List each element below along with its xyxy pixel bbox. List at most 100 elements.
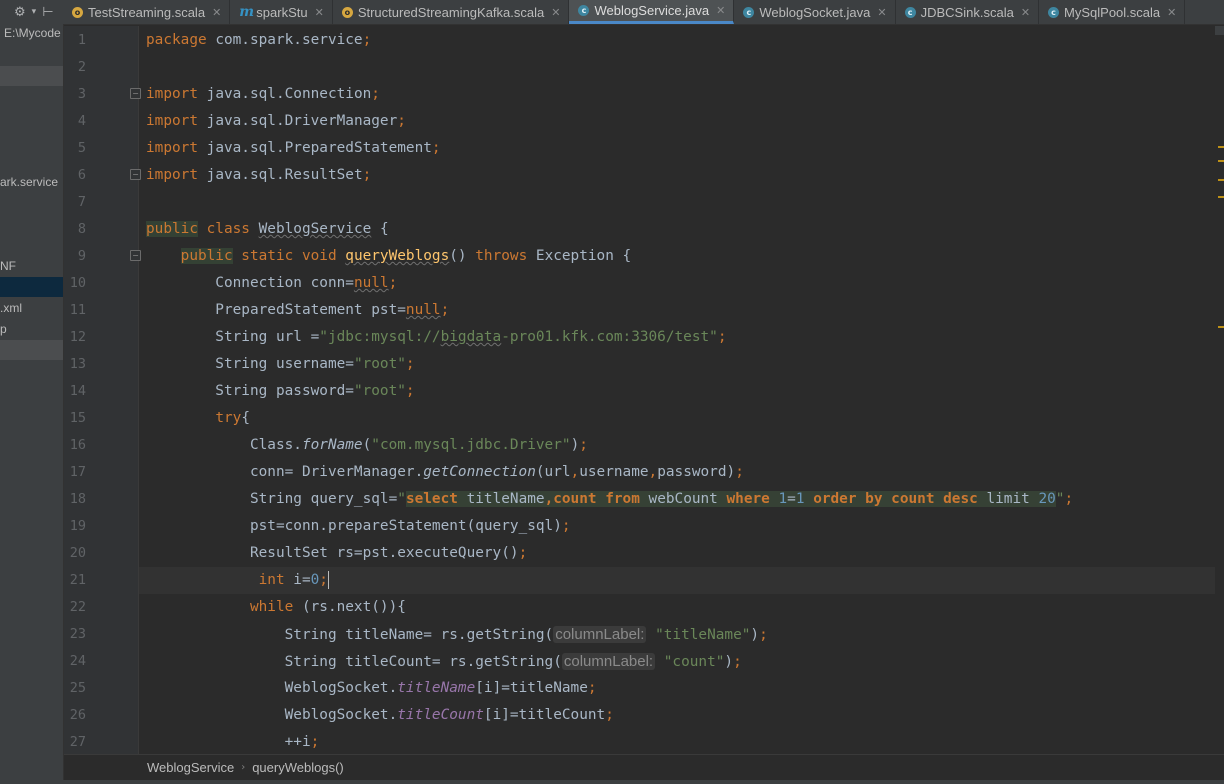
code-line[interactable]: Connection conn=null; xyxy=(139,270,1215,297)
code-token: ) xyxy=(750,627,760,643)
line-number[interactable]: 15 xyxy=(64,405,86,432)
line-number[interactable]: 24 xyxy=(64,648,86,675)
code-token: "jdbc:mysql:// xyxy=(319,329,441,345)
line-number[interactable]: 3 xyxy=(64,81,86,108)
editor-tab[interactable]: c JDBCSink.scala ✕ xyxy=(896,0,1040,24)
code-editor[interactable]: package com.spark.service; import java.sq… xyxy=(139,26,1215,754)
close-icon[interactable]: ✕ xyxy=(1167,6,1176,19)
line-number[interactable]: 11 xyxy=(64,297,86,324)
line-number[interactable]: 9 xyxy=(64,243,86,270)
line-number[interactable]: 21 xyxy=(64,567,86,594)
code-line[interactable]: String url ="jdbc:mysql://bigdata-pro01.… xyxy=(139,324,1215,351)
collapse-icon[interactable]: ⊢ xyxy=(42,5,53,20)
code-token: java.sql.DriverManager xyxy=(206,113,398,129)
chevron-right-icon: › xyxy=(241,762,246,773)
line-number[interactable]: 22 xyxy=(64,594,86,621)
code-line[interactable]: int i=0; xyxy=(139,567,1215,594)
code-line[interactable]: try{ xyxy=(139,405,1215,432)
code-token: ) xyxy=(570,437,580,453)
code-line[interactable]: ResultSet rs=pst.executeQuery(); xyxy=(139,540,1215,567)
breadcrumb-method[interactable]: queryWeblogs() xyxy=(252,760,344,775)
line-number[interactable]: 20 xyxy=(64,540,86,567)
line-number[interactable]: 1 xyxy=(64,27,86,54)
breadcrumb-class[interactable]: WeblogService xyxy=(147,760,234,775)
warning-stripe-mark[interactable] xyxy=(1218,160,1224,162)
line-number[interactable]: 25 xyxy=(64,675,86,702)
inspection-status-icon[interactable] xyxy=(1215,26,1224,35)
code-line[interactable]: String username="root"; xyxy=(139,351,1215,378)
tree-item[interactable]: ark.service xyxy=(0,172,63,192)
error-stripe[interactable] xyxy=(1215,26,1224,754)
code-line[interactable]: import java.sql.PreparedStatement; xyxy=(139,135,1215,162)
line-number[interactable]: 17 xyxy=(64,459,86,486)
line-number[interactable]: 13 xyxy=(64,351,86,378)
scala-file-icon: o xyxy=(341,6,353,18)
line-number[interactable]: 4 xyxy=(64,108,86,135)
line-number[interactable]: 23 xyxy=(64,621,86,648)
code-line[interactable]: String query_sql="select titleName,count… xyxy=(139,486,1215,513)
line-number[interactable]: 14 xyxy=(64,378,86,405)
line-number[interactable]: 5 xyxy=(64,135,86,162)
editor-tab[interactable]: c WeblogService.java ✕ xyxy=(569,0,735,24)
line-number[interactable]: 18 xyxy=(64,486,86,513)
line-number[interactable]: 2 xyxy=(64,54,86,81)
tree-item[interactable] xyxy=(0,277,63,297)
tree-item[interactable]: NF xyxy=(0,256,63,276)
line-number[interactable]: 16 xyxy=(64,432,86,459)
editor-tab[interactable]: o StructuredStreamingKafka.scala ✕ xyxy=(333,0,570,24)
code-line[interactable]: public class WeblogService { xyxy=(139,216,1215,243)
line-number[interactable]: 10 xyxy=(64,270,86,297)
line-number[interactable]: 12 xyxy=(64,324,86,351)
close-icon[interactable]: ✕ xyxy=(315,6,324,19)
editor-tab[interactable]: o TestStreaming.scala ✕ xyxy=(63,0,231,24)
line-number[interactable]: 26 xyxy=(64,702,86,729)
code-line[interactable]: import java.sql.Connection; xyxy=(139,81,1215,108)
code-token: ; xyxy=(397,113,406,129)
editor-tab[interactable]: m sparkStu ✕ xyxy=(230,0,333,24)
code-line[interactable]: String titleCount= rs.getString(columnLa… xyxy=(139,648,1215,675)
close-icon[interactable]: ✕ xyxy=(1021,6,1030,19)
code-line[interactable]: package com.spark.service; xyxy=(139,27,1215,54)
code-line[interactable]: ++i; xyxy=(139,729,1215,754)
editor-tab[interactable]: c MySqlPool.scala ✕ xyxy=(1039,0,1186,24)
close-icon[interactable]: ✕ xyxy=(551,6,560,19)
code-line[interactable] xyxy=(139,54,1215,81)
close-icon[interactable]: ✕ xyxy=(212,6,221,19)
code-line[interactable] xyxy=(139,189,1215,216)
close-icon[interactable]: ✕ xyxy=(716,4,725,17)
code-line[interactable]: pst=conn.prepareStatement(query_sql); xyxy=(139,513,1215,540)
tree-item[interactable] xyxy=(0,66,63,86)
code-token: ResultSet rs=pst.executeQuery() xyxy=(146,545,519,561)
line-number[interactable]: 19 xyxy=(64,513,86,540)
code-line[interactable]: while (rs.next()){ xyxy=(139,594,1215,621)
code-token: "com.mysql.jdbc.Driver" xyxy=(371,437,571,453)
code-line[interactable]: Class.forName("com.mysql.jdbc.Driver"); xyxy=(139,432,1215,459)
code-line[interactable]: String titleName= rs.getString(columnLab… xyxy=(139,621,1215,648)
line-number[interactable]: 7 xyxy=(64,189,86,216)
code-line[interactable]: import java.sql.DriverManager; xyxy=(139,108,1215,135)
code-line[interactable]: WeblogSocket.titleCount[i]=titleCount; xyxy=(139,702,1215,729)
gear-icon[interactable]: ⚙ xyxy=(14,5,26,20)
code-line[interactable]: conn= DriverManager.getConnection(url,us… xyxy=(139,459,1215,486)
editor-tab[interactable]: c WeblogSocket.java ✕ xyxy=(734,0,896,24)
code-token: [i]=titleName xyxy=(475,680,588,696)
code-line[interactable]: import java.sql.ResultSet; xyxy=(139,162,1215,189)
tree-item[interactable]: p xyxy=(0,319,63,339)
dropdown-arrow-icon[interactable]: ▾ xyxy=(32,7,37,17)
code-line[interactable]: WeblogSocket.titleName[i]=titleName; xyxy=(139,675,1215,702)
project-root-path[interactable]: E:\Mycode xyxy=(4,26,61,40)
line-number[interactable]: 27 xyxy=(64,729,86,756)
warning-stripe-mark[interactable] xyxy=(1218,326,1224,328)
warning-stripe-mark[interactable] xyxy=(1218,146,1224,148)
code-line[interactable]: String password="root"; xyxy=(139,378,1215,405)
tree-item[interactable] xyxy=(0,340,63,360)
line-number[interactable]: 6 xyxy=(64,162,86,189)
line-number[interactable]: 8 xyxy=(64,216,86,243)
warning-stripe-mark[interactable] xyxy=(1218,196,1224,198)
tree-item[interactable]: .xml xyxy=(0,298,63,318)
code-line[interactable]: public static void queryWeblogs() throws… xyxy=(139,243,1215,270)
close-icon[interactable]: ✕ xyxy=(877,6,886,19)
code-line[interactable]: PreparedStatement pst=null; xyxy=(139,297,1215,324)
warning-stripe-mark[interactable] xyxy=(1218,179,1224,181)
